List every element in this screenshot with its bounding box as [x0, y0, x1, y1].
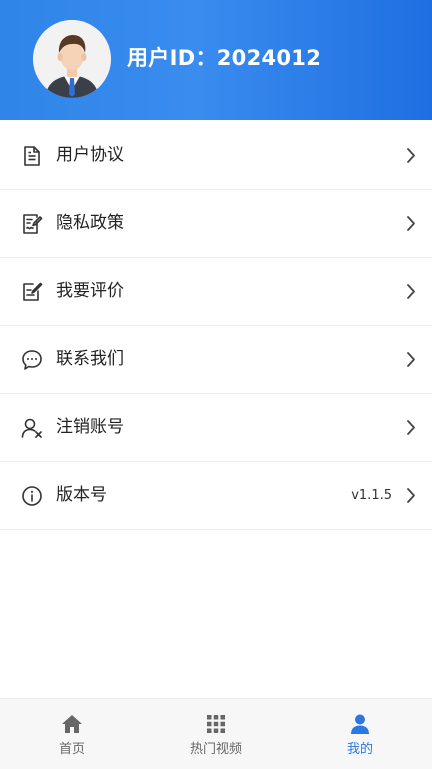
- chevron-right-icon: [406, 283, 416, 300]
- privacy-policy-icon: [21, 213, 43, 235]
- menu-item-contact-us[interactable]: 联系我们: [0, 326, 432, 394]
- menu-item-label: 注销账号: [56, 417, 124, 437]
- tab-label: 我的: [346, 742, 373, 757]
- chevron-right-icon: [406, 487, 416, 504]
- tab-hot-videos[interactable]: 热门视频: [144, 699, 288, 769]
- menu-item-label: 版本号: [56, 485, 107, 505]
- chevron-right-icon: [406, 419, 416, 436]
- tab-label: 首页: [58, 742, 85, 757]
- profile-header: 用户ID：2024012: [0, 0, 432, 120]
- menu-item-version[interactable]: 版本号 v1.1.5: [0, 462, 432, 530]
- chat-bubble-icon: [21, 349, 43, 371]
- user-id-label: 用户ID：2024012: [127, 46, 322, 70]
- bottom-tab-bar: 首页 热门视频 我的: [0, 698, 432, 769]
- user-icon: [349, 713, 371, 735]
- edit-review-icon: [21, 281, 43, 303]
- grid-icon: [205, 713, 227, 735]
- chevron-right-icon: [406, 215, 416, 232]
- chevron-right-icon: [406, 351, 416, 368]
- avatar[interactable]: [33, 20, 111, 98]
- tab-mine[interactable]: 我的: [288, 699, 432, 769]
- user-remove-icon: [21, 417, 43, 439]
- menu-item-label: 联系我们: [56, 349, 124, 369]
- menu-item-label: 隐私政策: [56, 213, 124, 233]
- settings-menu: 用户协议 隐私政策 我要评价 联系我们 注销账号 版本号 v1.1.5: [0, 122, 432, 530]
- tab-label: 热门视频: [189, 742, 242, 757]
- chevron-right-icon: [406, 147, 416, 164]
- menu-item-label: 我要评价: [56, 281, 124, 301]
- menu-item-user-agreement[interactable]: 用户协议: [0, 122, 432, 190]
- menu-item-delete-account[interactable]: 注销账号: [0, 394, 432, 462]
- avatar-icon: [33, 20, 111, 98]
- info-icon: [21, 485, 43, 507]
- tab-home[interactable]: 首页: [0, 699, 144, 769]
- home-icon: [61, 713, 83, 735]
- version-value: v1.1.5: [351, 488, 392, 503]
- menu-item-privacy-policy[interactable]: 隐私政策: [0, 190, 432, 258]
- document-icon: [21, 145, 43, 167]
- menu-item-label: 用户协议: [56, 145, 124, 165]
- menu-item-write-review[interactable]: 我要评价: [0, 258, 432, 326]
